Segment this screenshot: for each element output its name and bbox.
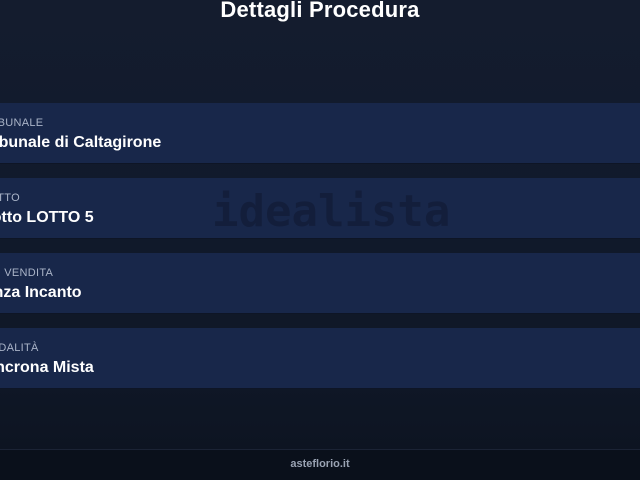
page-title: Dettagli Procedura [220,0,420,22]
detail-card-lotto: LOTTO Lotto LOTTO 5 [0,178,640,239]
card-value-lotto: Lotto LOTTO 5 [0,209,94,226]
detail-card-modalita: MODALITÀ Sincrona Mista [0,328,640,389]
detail-card-tribunale: TRIBUNALE Tribunale di Caltagirone [0,103,640,164]
footer-site-link[interactable]: asteflorio.it [290,458,349,470]
card-label-modalita: MODALITÀ [0,342,39,354]
footer: asteflorio.it [0,449,640,480]
card-value-modalita: Sincrona Mista [0,359,94,376]
card-label-tipo-vendita: TIPO VENDITA [0,267,54,279]
detail-card-tipo-vendita: TIPO VENDITA Senza Incanto [0,253,640,314]
card-label-tribunale: TRIBUNALE [0,117,44,129]
card-label-lotto: LOTTO [0,192,20,204]
card-value-tipo-vendita: Senza Incanto [0,284,82,301]
card-value-tribunale: Tribunale di Caltagirone [0,134,162,151]
